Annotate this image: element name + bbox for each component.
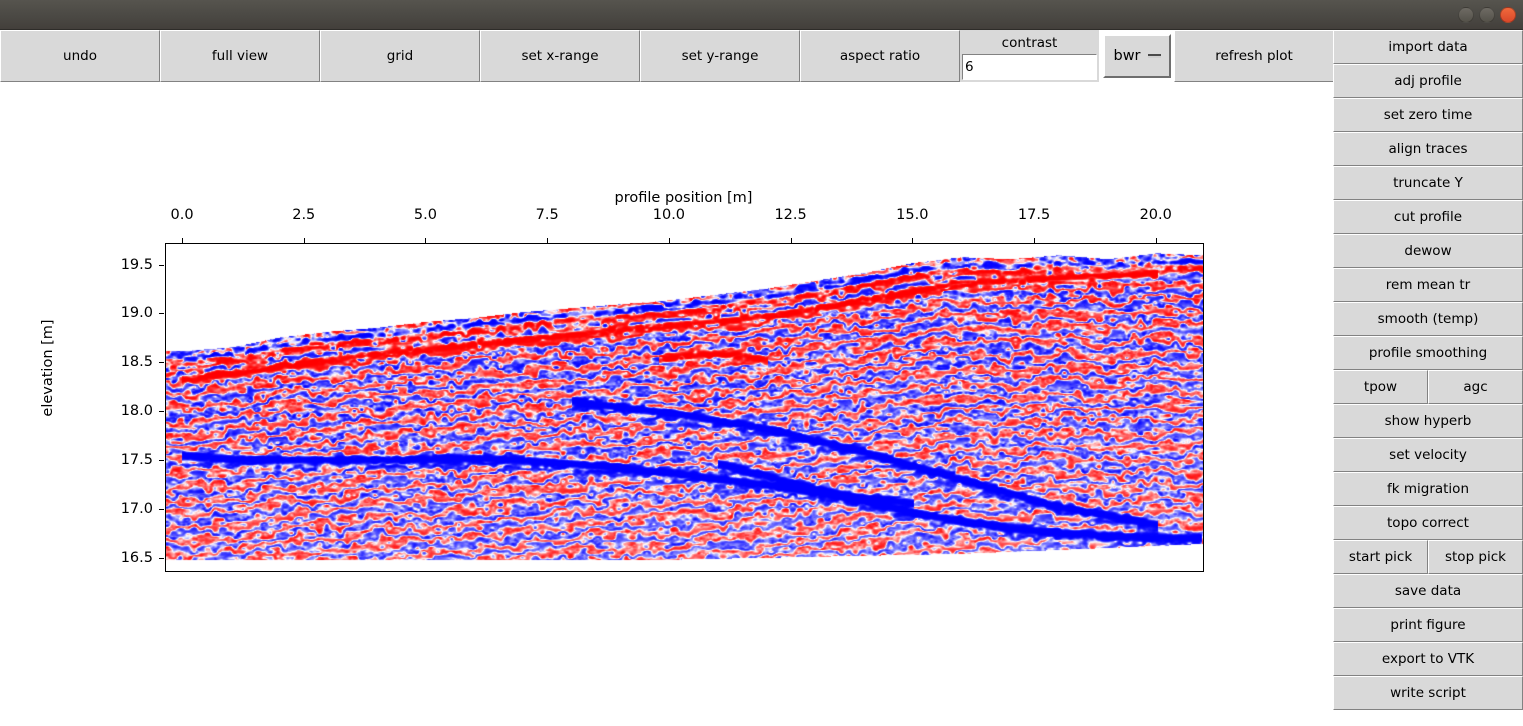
truncate-y-button[interactable]: truncate Y <box>1333 166 1523 200</box>
y-tick-label: 19.0 <box>120 305 153 322</box>
export-to-vtk-button[interactable]: export to VTK <box>1333 642 1523 676</box>
minimize-button[interactable] <box>1458 7 1474 23</box>
x-tick-mark <box>1034 238 1036 243</box>
x-axis-label: profile position [m] <box>614 190 753 206</box>
set-velocity-button[interactable]: set velocity <box>1333 438 1523 472</box>
y-tick-label: 17.5 <box>120 452 153 469</box>
y-tick-mark <box>159 362 164 364</box>
print-figure-button[interactable]: print figure <box>1333 608 1523 642</box>
contrast-input[interactable] <box>962 54 1097 80</box>
gprpy-window: undo full view grid set x-range set y-range a… <box>0 0 1523 726</box>
import-data-button[interactable]: import data <box>1333 30 1523 64</box>
x-tick-label: 10.0 <box>652 207 686 223</box>
x-tick-mark <box>425 238 427 243</box>
y-tick-mark <box>159 558 164 560</box>
title-bar <box>0 0 1523 30</box>
y-tick-label: 18.5 <box>120 354 153 371</box>
window-controls <box>1458 7 1516 23</box>
y-tick-mark <box>159 264 164 266</box>
stop-pick-button[interactable]: stop pick <box>1428 540 1523 574</box>
x-tick-mark <box>912 238 914 243</box>
y-tick-mark <box>159 509 164 511</box>
option-menu-indicator-icon <box>1147 54 1161 58</box>
top-toolbar: undo full view grid set x-range set y-range a… <box>0 30 1523 82</box>
adj-profile-button[interactable]: adj profile <box>1333 64 1523 98</box>
x-tick-label: 20.0 <box>1139 207 1172 223</box>
profile-smoothing-button[interactable]: profile smoothing <box>1333 336 1523 370</box>
y-tick-mark <box>159 411 164 413</box>
radargram-canvas[interactable] <box>166 244 1203 571</box>
y-tick-label: 19.5 <box>120 256 153 273</box>
y-tick-mark <box>159 460 164 462</box>
x-tick-mark <box>303 238 305 243</box>
aspect-ratio-button[interactable]: aspect ratio <box>800 30 960 82</box>
contrast-widget: contrast <box>960 30 1099 82</box>
full-view-button[interactable]: full view <box>160 30 320 82</box>
right-sidebar: import data adj profile set zero time align… <box>1333 30 1523 726</box>
fk-migration-button[interactable]: fk migration <box>1333 472 1523 506</box>
maximize-button[interactable] <box>1479 7 1495 23</box>
x-tick-label: 17.5 <box>1017 207 1051 223</box>
x-tick-mark <box>182 238 184 243</box>
x-tick-mark <box>668 238 670 243</box>
save-data-button[interactable]: save data <box>1333 574 1523 608</box>
x-tick-label: 12.5 <box>774 207 807 223</box>
x-tick-mark <box>790 238 792 243</box>
topo-correct-button[interactable]: topo correct <box>1333 506 1523 540</box>
set-x-range-button[interactable]: set x-range <box>480 30 640 82</box>
rem-mean-tr-button[interactable]: rem mean tr <box>1333 268 1523 302</box>
close-button[interactable] <box>1500 7 1516 23</box>
refresh-plot-button[interactable]: refresh plot <box>1174 30 1334 82</box>
y-tick-mark <box>159 313 164 315</box>
y-tick-label: 17.0 <box>120 501 153 518</box>
colormap-option-menu[interactable]: bwr <box>1103 34 1171 78</box>
x-tick-label: 5.0 <box>413 207 437 223</box>
radargram-frame[interactable] <box>165 243 1204 572</box>
colormap-value: bwr <box>1113 48 1141 64</box>
tpow-button[interactable]: tpow <box>1333 370 1428 404</box>
show-hyperb-button[interactable]: show hyperb <box>1333 404 1523 438</box>
y-axis-label: elevation [m] <box>40 319 56 417</box>
x-tick-mark <box>1155 238 1157 243</box>
x-tick-label: 7.5 <box>535 207 559 223</box>
y-tick-label: 18.0 <box>120 403 153 420</box>
close-icon <box>1501 8 1515 22</box>
x-tick-label: 2.5 <box>292 207 316 223</box>
smooth-temp-button[interactable]: smooth (temp) <box>1333 302 1523 336</box>
y-tick-label: 16.5 <box>120 550 153 567</box>
start-pick-button[interactable]: start pick <box>1333 540 1428 574</box>
grid-button[interactable]: grid <box>320 30 480 82</box>
agc-button[interactable]: agc <box>1428 370 1523 404</box>
write-script-button[interactable]: write script <box>1333 676 1523 710</box>
x-tick-mark <box>547 238 549 243</box>
x-tick-label: 15.0 <box>896 207 929 223</box>
minimize-icon <box>1459 8 1473 22</box>
maximize-icon <box>1480 8 1494 22</box>
dewow-button[interactable]: dewow <box>1333 234 1523 268</box>
x-tick-label: 0.0 <box>170 207 194 223</box>
align-traces-button[interactable]: align traces <box>1333 132 1523 166</box>
set-zero-time-button[interactable]: set zero time <box>1333 98 1523 132</box>
undo-button[interactable]: undo <box>0 30 160 82</box>
contrast-label: contrast <box>960 32 1099 54</box>
cut-profile-button[interactable]: cut profile <box>1333 200 1523 234</box>
set-y-range-button[interactable]: set y-range <box>640 30 800 82</box>
plot-area: profile position [m] elevation [m] 0.0 2.… <box>0 150 1333 650</box>
